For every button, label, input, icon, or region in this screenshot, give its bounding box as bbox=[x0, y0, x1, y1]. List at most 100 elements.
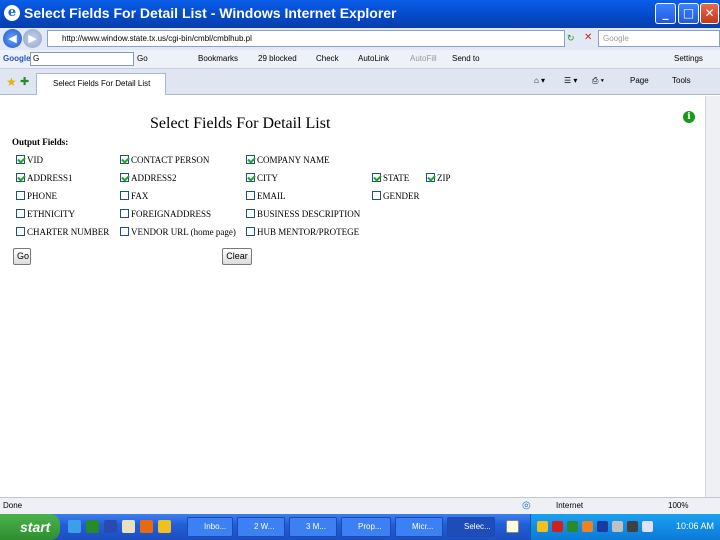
field-5[interactable]: CITY bbox=[246, 172, 278, 186]
status-text: Done bbox=[3, 501, 23, 510]
checked-checkbox[interactable] bbox=[120, 173, 129, 182]
tray-bluetooth-icon[interactable] bbox=[597, 521, 608, 532]
unchecked-checkbox[interactable] bbox=[16, 191, 25, 200]
field-1[interactable]: CONTACT PERSON bbox=[120, 154, 209, 168]
settings-button[interactable]: Settings bbox=[674, 54, 703, 63]
unchecked-checkbox[interactable] bbox=[16, 227, 25, 236]
field-7[interactable]: ZIP bbox=[426, 172, 451, 186]
quicklaunch-excel-icon[interactable] bbox=[86, 520, 99, 533]
checked-checkbox[interactable] bbox=[426, 173, 435, 182]
task-micr[interactable]: Micr... bbox=[395, 517, 443, 537]
field-11[interactable]: GENDER bbox=[372, 190, 420, 204]
status-bar: Done ◎ Internet 100% bbox=[0, 497, 720, 514]
favorites-star-icon[interactable]: ★ bbox=[6, 75, 17, 89]
tray-antivirus-icon[interactable] bbox=[552, 521, 563, 532]
checked-checkbox[interactable] bbox=[246, 155, 255, 164]
refresh-icon[interactable]: ↻ bbox=[567, 33, 575, 44]
unchecked-checkbox[interactable] bbox=[246, 209, 255, 218]
field-10[interactable]: EMAIL bbox=[246, 190, 286, 204]
field-2[interactable]: COMPANY NAME bbox=[246, 154, 330, 168]
tools-menu[interactable]: Tools bbox=[672, 76, 691, 85]
field-0[interactable]: VID bbox=[16, 154, 43, 168]
add-favorite-icon[interactable]: ✚ bbox=[20, 75, 29, 88]
google-go-button[interactable]: Go bbox=[137, 54, 148, 63]
checked-checkbox[interactable] bbox=[246, 173, 255, 182]
task-inbox[interactable]: Inbo... bbox=[187, 517, 233, 537]
field-8[interactable]: PHONE bbox=[16, 190, 57, 204]
checked-checkbox[interactable] bbox=[372, 173, 381, 182]
forward-button[interactable]: ▶ bbox=[23, 29, 42, 48]
search-input[interactable]: Google bbox=[598, 30, 720, 47]
output-fields-label: Output Fields: bbox=[12, 137, 69, 147]
checked-checkbox[interactable] bbox=[120, 155, 129, 164]
field-4[interactable]: ADDRESS2 bbox=[120, 172, 177, 186]
unchecked-checkbox[interactable] bbox=[246, 227, 255, 236]
unchecked-checkbox[interactable] bbox=[120, 191, 129, 200]
field-13[interactable]: FOREIGNADDRESS bbox=[120, 208, 211, 222]
tray-update-icon[interactable] bbox=[582, 521, 593, 532]
field-9[interactable]: FAX bbox=[120, 190, 148, 204]
unchecked-checkbox[interactable] bbox=[120, 227, 129, 236]
back-button[interactable]: ◀ bbox=[3, 29, 22, 48]
tray-security-icon[interactable] bbox=[642, 521, 653, 532]
window-title: Select Fields For Detail List - Windows … bbox=[24, 5, 397, 21]
field-14[interactable]: BUSINESS DESCRIPTION bbox=[246, 208, 360, 222]
print-icon[interactable]: ⎙ ▾ bbox=[592, 76, 604, 86]
google-toolbar: Google G Go Bookmarks 29 blocked Check A… bbox=[0, 50, 720, 69]
google-label: Google bbox=[3, 54, 31, 63]
quicklaunch-word-icon[interactable] bbox=[104, 520, 117, 533]
page-content: Select Fields For Detail List i Output F… bbox=[0, 96, 705, 497]
info-icon[interactable]: i bbox=[683, 111, 695, 123]
checked-checkbox[interactable] bbox=[16, 173, 25, 182]
field-label: EMAIL bbox=[257, 191, 286, 201]
google-search-input[interactable]: G bbox=[30, 52, 134, 66]
task-prop[interactable]: Prop... bbox=[341, 517, 391, 537]
task-word[interactable]: 2 W... bbox=[237, 517, 285, 537]
zoom-level[interactable]: 100% bbox=[668, 501, 688, 510]
tray-display-icon[interactable] bbox=[627, 521, 638, 532]
field-6[interactable]: STATE bbox=[372, 172, 409, 186]
field-15[interactable]: CHARTER NUMBER bbox=[16, 226, 109, 240]
unchecked-checkbox[interactable] bbox=[120, 209, 129, 218]
quicklaunch-ie-icon[interactable] bbox=[68, 520, 81, 533]
autofill-button[interactable]: AutoFill bbox=[410, 54, 437, 63]
field-label: ZIP bbox=[437, 173, 451, 183]
page-title: Select Fields For Detail List bbox=[150, 115, 331, 132]
field-16[interactable]: VENDOR URL (home page) bbox=[120, 226, 236, 240]
minimize-button[interactable]: _ bbox=[655, 3, 676, 24]
checked-checkbox[interactable] bbox=[16, 155, 25, 164]
help-icon[interactable] bbox=[506, 520, 519, 533]
page-menu[interactable]: Page bbox=[630, 76, 649, 85]
tray-volume-icon[interactable] bbox=[612, 521, 623, 532]
stop-icon[interactable]: ✕ bbox=[584, 32, 592, 43]
field-3[interactable]: ADDRESS1 bbox=[16, 172, 73, 186]
tray-network-icon[interactable] bbox=[567, 521, 578, 532]
maximize-button[interactable]: □ bbox=[678, 3, 699, 24]
sendto-button[interactable]: Send to bbox=[452, 54, 480, 63]
field-12[interactable]: ETHNICITY bbox=[16, 208, 75, 222]
quicklaunch-folder-icon[interactable] bbox=[158, 520, 171, 533]
vertical-scrollbar[interactable] bbox=[705, 96, 720, 497]
field-17[interactable]: HUB MENTOR/PROTEGE bbox=[246, 226, 359, 240]
quicklaunch-outlook-icon[interactable] bbox=[122, 520, 135, 533]
check-button[interactable]: Check bbox=[316, 54, 339, 63]
start-button[interactable]: start bbox=[0, 514, 60, 540]
title-bar: e Select Fields For Detail List - Window… bbox=[0, 0, 720, 28]
autolink-button[interactable]: AutoLink bbox=[358, 54, 389, 63]
task-excel[interactable]: 3 M... bbox=[289, 517, 337, 537]
bookmarks-button[interactable]: Bookmarks bbox=[198, 54, 238, 63]
quicklaunch-powerpoint-icon[interactable] bbox=[140, 520, 153, 533]
close-button[interactable]: ✕ bbox=[700, 3, 719, 24]
url-input[interactable]: http://www.window.state.tx.us/cgi-bin/cm… bbox=[47, 30, 565, 47]
unchecked-checkbox[interactable] bbox=[246, 191, 255, 200]
home-icon[interactable]: ⌂ ▾ bbox=[534, 76, 545, 85]
tab-select-fields[interactable]: Select Fields For Detail List bbox=[36, 73, 166, 95]
unchecked-checkbox[interactable] bbox=[16, 209, 25, 218]
feeds-icon[interactable]: ☰ ▾ bbox=[564, 76, 577, 85]
popup-blocked-button[interactable]: 29 blocked bbox=[258, 54, 297, 63]
task-select-fields[interactable]: Selec... bbox=[447, 517, 495, 537]
unchecked-checkbox[interactable] bbox=[372, 191, 381, 200]
clear-button[interactable]: Clear bbox=[222, 248, 252, 265]
tray-mail-icon[interactable] bbox=[537, 521, 548, 532]
go-button[interactable]: Go bbox=[13, 248, 31, 265]
